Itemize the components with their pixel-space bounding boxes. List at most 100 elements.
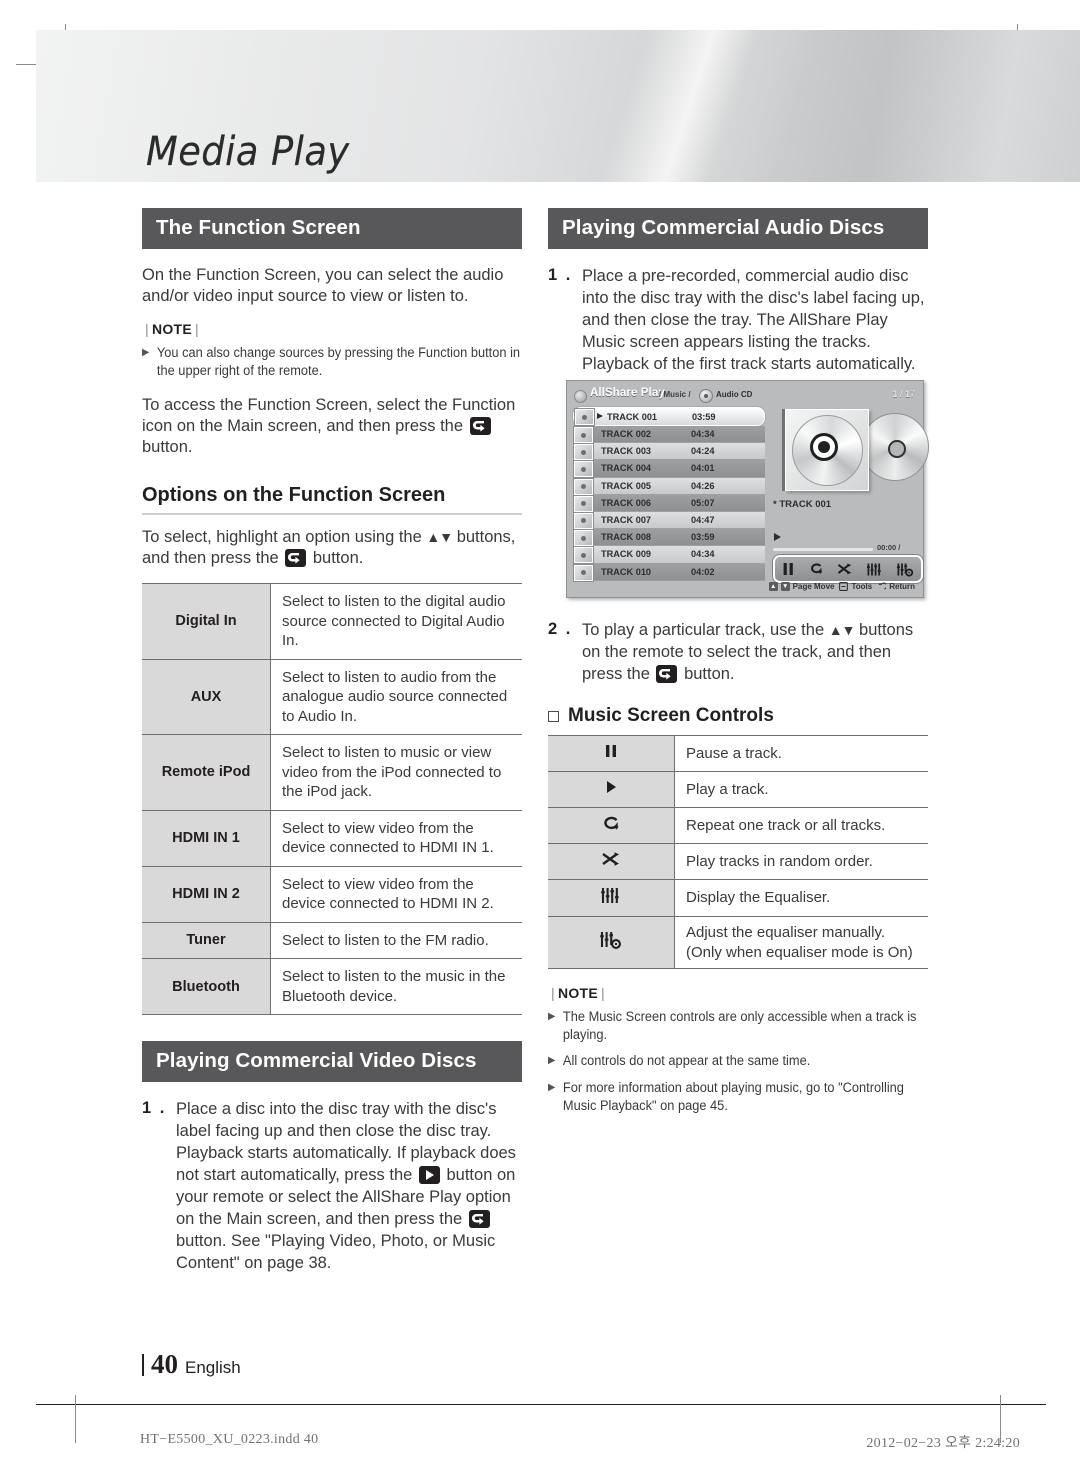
note-item: ▶ You can also change sources by pressin… bbox=[142, 344, 521, 379]
note-item-text: All controls do not appear at the same t… bbox=[562, 1053, 811, 1068]
repeat-icon[interactable] bbox=[808, 562, 824, 576]
app-logo-icon bbox=[574, 390, 587, 403]
option-desc: Select to view video from the device con… bbox=[270, 809, 522, 867]
note-item: ▶ The Music Screen controls are only acc… bbox=[548, 1008, 927, 1043]
track-name: TRACK 003 bbox=[601, 446, 652, 457]
page-down-key-icon[interactable]: ▼ bbox=[780, 582, 790, 591]
up-down-arrows-icon: ▲▼ bbox=[426, 529, 453, 545]
track-name: TRACK 004 bbox=[601, 463, 652, 474]
subheading-text: Music Screen Controls bbox=[568, 705, 774, 726]
footer-rule bbox=[36, 1404, 1046, 1405]
track-thumbnail-icon bbox=[574, 427, 593, 443]
control-desc: Pause a track. bbox=[674, 735, 928, 772]
list-item[interactable]: TRACK 003 04:24 bbox=[573, 443, 765, 461]
equaliser-icon[interactable] bbox=[866, 562, 883, 577]
table-row: Pause a track. bbox=[548, 735, 928, 772]
music-screen-controls-table: Pause a track. Play a track. Repeat one … bbox=[548, 735, 928, 969]
track-thumbnail-icon bbox=[574, 444, 593, 461]
source-label: Audio CD bbox=[716, 390, 753, 399]
option-key: Bluetooth bbox=[142, 958, 271, 1015]
track-time: 04:26 bbox=[691, 480, 715, 491]
return-icon[interactable] bbox=[877, 582, 887, 591]
list-item[interactable]: TRACK 005 04:26 bbox=[573, 477, 765, 495]
track-thumbnail-icon bbox=[574, 512, 593, 529]
track-list[interactable]: TRACK 001 03:59 TRACK 002 04:34 TRACK 00… bbox=[573, 407, 765, 581]
select-text-c: button. bbox=[312, 549, 364, 567]
track-thumbnail-icon bbox=[574, 564, 593, 581]
audio-disc-step-2: 2 . To play a particular track, use the … bbox=[548, 619, 928, 685]
list-item[interactable]: TRACK 009 04:34 bbox=[573, 546, 765, 564]
equaliser-adjust-icon[interactable] bbox=[896, 562, 914, 577]
right-column: Playing Commercial Audio Discs 1 . Place… bbox=[548, 208, 928, 1123]
page-up-key-icon[interactable]: ▲ bbox=[768, 582, 778, 591]
track-time: 04:01 bbox=[691, 463, 715, 474]
progress-bar[interactable] bbox=[773, 548, 873, 551]
repeat-icon bbox=[548, 807, 675, 844]
control-desc: Repeat one track or all tracks. bbox=[674, 807, 928, 844]
tools-icon[interactable] bbox=[839, 582, 849, 591]
step-text: Place a disc into the disc tray with the… bbox=[176, 1098, 522, 1274]
track-name: TRACK 007 bbox=[601, 515, 652, 526]
track-name: TRACK 002 bbox=[601, 429, 652, 440]
album-art bbox=[773, 409, 929, 493]
disc-back-icon bbox=[861, 413, 929, 481]
list-item[interactable]: TRACK 010 04:02 bbox=[573, 563, 765, 581]
list-item[interactable]: TRACK 002 04:34 bbox=[573, 426, 765, 444]
function-screen-intro: On the Function Screen, you can select t… bbox=[142, 266, 504, 305]
page-number: 40 bbox=[151, 1349, 178, 1379]
note-label-text: NOTE bbox=[557, 985, 599, 1001]
enter-button-icon bbox=[285, 549, 307, 567]
option-key: HDMI IN 1 bbox=[142, 809, 271, 867]
return-label: Return bbox=[889, 582, 915, 591]
video-disc-step-1: 1 . Place a disc into the disc tray with… bbox=[142, 1098, 522, 1274]
table-row: Tuner Select to listen to the FM radio. bbox=[142, 921, 522, 959]
page-counter: 1 / 17 bbox=[892, 389, 915, 399]
allshare-play-screenshot: AllShare Play / Music / Audio CD 1 / 17 … bbox=[566, 380, 929, 598]
control-desc: Play tracks in random order. bbox=[674, 843, 928, 880]
table-row: Display the Equaliser. bbox=[548, 879, 928, 917]
track-time: 04:24 bbox=[691, 446, 715, 457]
track-time: 04:02 bbox=[691, 566, 715, 577]
pause-icon[interactable] bbox=[782, 562, 795, 576]
note-item-text: For more information about playing music… bbox=[562, 1080, 904, 1113]
note-item-text: You can also change sources by pressing … bbox=[156, 345, 521, 378]
list-item[interactable]: TRACK 006 05:07 bbox=[573, 494, 765, 512]
track-time: 03:59 bbox=[691, 532, 715, 543]
step2-text-c: button. bbox=[684, 665, 735, 683]
shuffle-icon[interactable] bbox=[837, 562, 853, 576]
enter-button-icon bbox=[469, 417, 491, 435]
track-name: TRACK 005 bbox=[601, 480, 652, 491]
track-name: TRACK 010 bbox=[601, 566, 652, 577]
note-item: ▶ For more information about playing mus… bbox=[548, 1079, 927, 1114]
step-number: 2 . bbox=[548, 620, 573, 638]
left-column: The Function Screen On the Function Scre… bbox=[142, 208, 522, 1278]
access-text-b: button. bbox=[142, 438, 193, 456]
subheading-music-screen-controls: Music Screen Controls bbox=[548, 705, 928, 727]
screenshot-footer-hints: ▲ ▼ Page Move Tools Return bbox=[768, 582, 915, 591]
table-row: Digital In Select to listen to the digit… bbox=[142, 583, 522, 660]
option-desc: Select to listen to the music in the Blu… bbox=[270, 958, 522, 1015]
page-number-rule bbox=[142, 1353, 144, 1376]
list-item[interactable]: TRACK 001 03:59 bbox=[573, 407, 765, 426]
list-item[interactable]: TRACK 008 03:59 bbox=[573, 529, 765, 547]
screenshot-header: AllShare Play / Music / Audio CD 1 / 17 bbox=[573, 387, 917, 404]
square-bullet-icon bbox=[548, 710, 559, 722]
cd-case-icon bbox=[785, 409, 869, 491]
list-item[interactable]: TRACK 004 04:01 bbox=[573, 460, 765, 478]
list-item[interactable]: TRACK 007 04:47 bbox=[573, 511, 765, 530]
track-time: 04:34 bbox=[691, 549, 715, 560]
playback-control-bar[interactable] bbox=[773, 555, 923, 583]
track-name: TRACK 008 bbox=[601, 532, 652, 543]
table-row: Play a track. bbox=[548, 771, 928, 808]
print-footer-right: 2012−02−23 오후 2:24:20 bbox=[866, 1436, 1020, 1451]
chapter-title: Media Play bbox=[146, 129, 350, 175]
audio-disc-step-1: 1 . Place a pre-recorded, commercial aud… bbox=[548, 265, 928, 375]
note-item-text: The Music Screen controls are only acces… bbox=[562, 1009, 917, 1042]
option-desc: Select to view video from the device con… bbox=[270, 865, 522, 923]
select-text-a: To select, highlight an option using the bbox=[142, 528, 422, 546]
function-screen-access: To access the Function Screen, select th… bbox=[142, 395, 522, 458]
table-row: Bluetooth Select to listen to the music … bbox=[142, 958, 522, 1015]
track-thumbnail-icon bbox=[575, 409, 594, 425]
section-heading-audio-discs: Playing Commercial Audio Discs bbox=[548, 208, 928, 249]
track-name: TRACK 006 bbox=[601, 497, 652, 508]
